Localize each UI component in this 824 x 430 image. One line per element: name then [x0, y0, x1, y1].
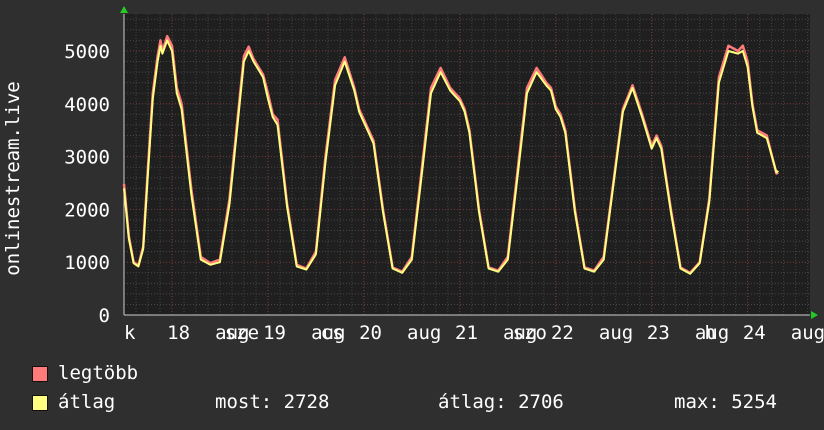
- y-tick-label: 0: [99, 305, 110, 327]
- stat-max: max: 5254: [674, 391, 777, 413]
- x-axis-arrow: [811, 311, 818, 319]
- x-tick-label: szo: [513, 322, 547, 344]
- x-tick-label: k: [124, 322, 136, 344]
- y-tick-label: 4000: [64, 94, 110, 116]
- y-tick-label: 2000: [64, 199, 110, 221]
- x-tick-label: h: [704, 322, 715, 344]
- x-tick-label: 23: [647, 322, 670, 344]
- stat-avg: átlag: 2706: [438, 391, 564, 413]
- x-tick-label: aug: [599, 322, 633, 344]
- x-tick-label: aug: [791, 322, 824, 344]
- y-axis-arrow: [120, 6, 128, 13]
- stat-now: most: 2728: [215, 391, 330, 413]
- x-tick-label: 19: [263, 322, 286, 344]
- x-tick-label: 22: [551, 322, 574, 344]
- plot-area: [124, 14, 810, 315]
- x-tick-label: sze: [225, 322, 259, 344]
- x-tick-label: aug: [407, 322, 441, 344]
- y-tick-label: 3000: [64, 147, 110, 169]
- legend-label-avg: átlag: [58, 391, 116, 413]
- x-tick-label: 24: [743, 322, 766, 344]
- y-tick-label: 5000: [64, 41, 110, 63]
- x-tick-label: 18: [167, 322, 190, 344]
- y-axis-title: onlinestream.live: [2, 81, 24, 275]
- x-tick-label: 20: [359, 322, 382, 344]
- y-tick-label: 1000: [64, 252, 110, 274]
- legend-label-max: legtöbb: [58, 362, 139, 384]
- legend-swatch-avg: [32, 395, 48, 411]
- legend-swatch-max: [32, 366, 48, 382]
- x-tick-label: cs: [321, 322, 344, 344]
- x-tick-label: 21: [455, 322, 478, 344]
